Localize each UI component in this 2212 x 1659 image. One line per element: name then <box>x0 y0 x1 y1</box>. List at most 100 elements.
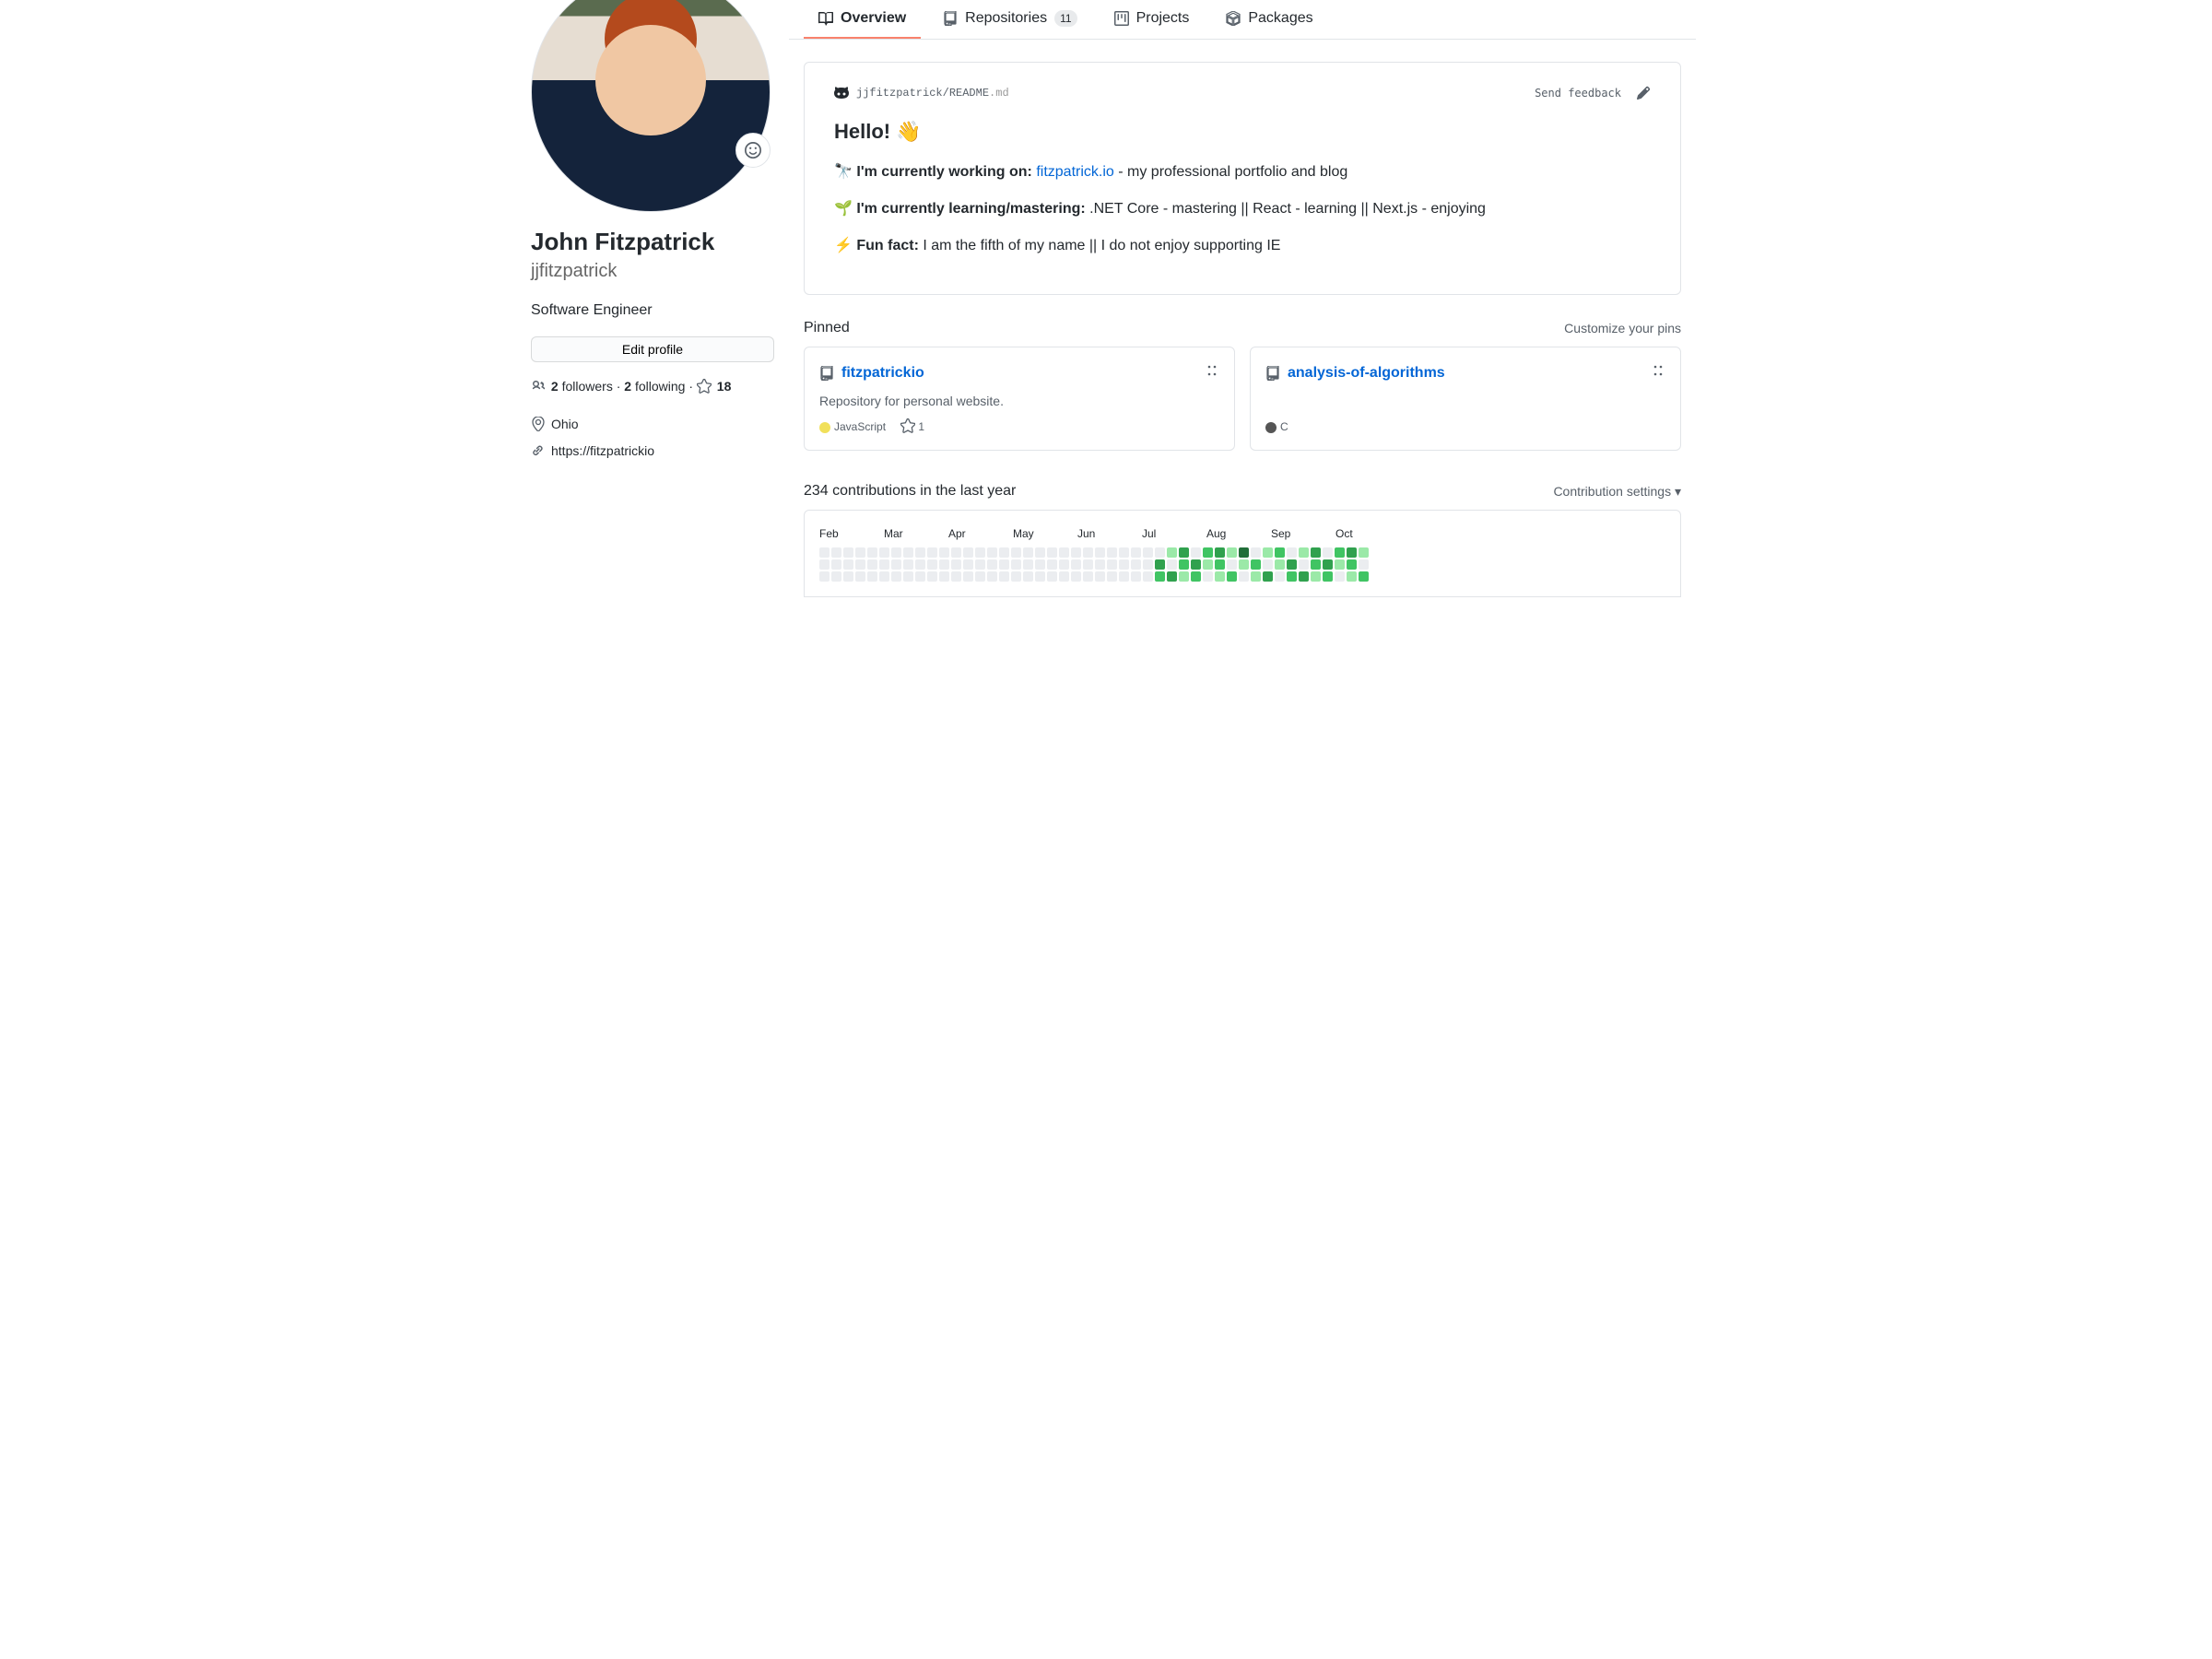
contribution-cell[interactable] <box>1011 571 1021 582</box>
send-feedback-link[interactable]: Send feedback <box>1535 85 1621 101</box>
pin-stars[interactable]: 1 <box>900 418 924 435</box>
contribution-cell[interactable] <box>1167 571 1177 582</box>
drag-handle-icon[interactable] <box>1651 363 1665 383</box>
contribution-cell[interactable] <box>1287 547 1297 558</box>
contribution-cell[interactable] <box>1059 547 1069 558</box>
contribution-cell[interactable] <box>1191 559 1201 570</box>
customize-pins-link[interactable]: Customize your pins <box>1564 319 1681 338</box>
contribution-cell[interactable] <box>1287 559 1297 570</box>
contribution-cell[interactable] <box>915 547 925 558</box>
contribution-cell[interactable] <box>819 547 830 558</box>
contribution-cell[interactable] <box>843 559 853 570</box>
contribution-cell[interactable] <box>1275 559 1285 570</box>
contribution-cell[interactable] <box>1251 571 1261 582</box>
contribution-cell[interactable] <box>1119 571 1129 582</box>
contribution-cell[interactable] <box>1155 547 1165 558</box>
contribution-cell[interactable] <box>1263 571 1273 582</box>
pinned-repo-link[interactable]: analysis-of-algorithms <box>1288 362 1445 384</box>
contribution-cell[interactable] <box>999 571 1009 582</box>
contribution-cell[interactable] <box>1335 547 1345 558</box>
contribution-cell[interactable] <box>1143 547 1153 558</box>
stars-link[interactable]: 18 <box>717 379 732 394</box>
website-link[interactable]: https://fitzpatrickio <box>551 441 654 461</box>
contribution-cell[interactable] <box>939 559 949 570</box>
avatar-container[interactable] <box>531 0 771 212</box>
contribution-cell[interactable] <box>1227 547 1237 558</box>
contribution-cell[interactable] <box>951 547 961 558</box>
contribution-cell[interactable] <box>1239 559 1249 570</box>
contribution-cell[interactable] <box>1323 571 1333 582</box>
contribution-cell[interactable] <box>975 547 985 558</box>
tab-repositories[interactable]: Repositories 11 <box>928 0 1091 39</box>
contribution-cell[interactable] <box>1047 547 1057 558</box>
contribution-cell[interactable] <box>915 571 925 582</box>
contribution-cell[interactable] <box>1143 559 1153 570</box>
contribution-cell[interactable] <box>1287 571 1297 582</box>
contribution-cell[interactable] <box>1335 559 1345 570</box>
contribution-cell[interactable] <box>951 571 961 582</box>
contribution-cell[interactable] <box>831 571 841 582</box>
contribution-cell[interactable] <box>1107 559 1117 570</box>
contribution-cell[interactable] <box>879 571 889 582</box>
contribution-cell[interactable] <box>1011 559 1021 570</box>
contribution-cell[interactable] <box>1359 571 1369 582</box>
contribution-cell[interactable] <box>1347 571 1357 582</box>
contribution-cell[interactable] <box>927 559 937 570</box>
contribution-cell[interactable] <box>1311 559 1321 570</box>
drag-handle-icon[interactable] <box>1205 363 1219 383</box>
contribution-cell[interactable] <box>891 571 901 582</box>
contribution-cell[interactable] <box>1107 571 1117 582</box>
contribution-cell[interactable] <box>1119 559 1129 570</box>
contribution-cell[interactable] <box>855 547 865 558</box>
contribution-cell[interactable] <box>1155 571 1165 582</box>
contribution-cell[interactable] <box>1155 559 1165 570</box>
contribution-cell[interactable] <box>855 559 865 570</box>
contribution-cell[interactable] <box>1131 571 1141 582</box>
contribution-cell[interactable] <box>1311 547 1321 558</box>
contribution-cell[interactable] <box>1179 559 1189 570</box>
contribution-cell[interactable] <box>1023 571 1033 582</box>
contribution-cell[interactable] <box>819 571 830 582</box>
set-status-button[interactable] <box>735 133 771 168</box>
contribution-cell[interactable] <box>1275 571 1285 582</box>
contribution-cell[interactable] <box>1215 571 1225 582</box>
contribution-cell[interactable] <box>891 559 901 570</box>
contribution-cell[interactable] <box>975 571 985 582</box>
contribution-cell[interactable] <box>999 547 1009 558</box>
contribution-cell[interactable] <box>1107 547 1117 558</box>
contribution-cell[interactable] <box>1359 547 1369 558</box>
contribution-cell[interactable] <box>1083 571 1093 582</box>
contribution-cell[interactable] <box>1299 571 1309 582</box>
contribution-cell[interactable] <box>963 559 973 570</box>
contribution-cell[interactable] <box>1083 547 1093 558</box>
contribution-cell[interactable] <box>1047 571 1057 582</box>
contribution-cell[interactable] <box>999 559 1009 570</box>
contribution-cell[interactable] <box>1059 559 1069 570</box>
contribution-cell[interactable] <box>927 547 937 558</box>
contribution-cell[interactable] <box>879 559 889 570</box>
contribution-cell[interactable] <box>879 547 889 558</box>
contribution-cell[interactable] <box>1131 547 1141 558</box>
contribution-cell[interactable] <box>1083 559 1093 570</box>
contribution-cell[interactable] <box>1035 547 1045 558</box>
contribution-cell[interactable] <box>1263 547 1273 558</box>
contribution-cell[interactable] <box>1227 559 1237 570</box>
contribution-cell[interactable] <box>1191 547 1201 558</box>
contribution-cell[interactable] <box>1071 547 1081 558</box>
contribution-cell[interactable] <box>1131 559 1141 570</box>
contribution-cell[interactable] <box>975 559 985 570</box>
contribution-cell[interactable] <box>1167 559 1177 570</box>
contribution-cell[interactable] <box>1239 547 1249 558</box>
contribution-cell[interactable] <box>819 559 830 570</box>
contribution-cell[interactable] <box>1023 559 1033 570</box>
contribution-cell[interactable] <box>1035 571 1045 582</box>
contribution-cell[interactable] <box>1047 559 1057 570</box>
contribution-cell[interactable] <box>891 547 901 558</box>
contribution-cell[interactable] <box>1335 571 1345 582</box>
contribution-cell[interactable] <box>1227 571 1237 582</box>
contribution-cell[interactable] <box>831 559 841 570</box>
contribution-cell[interactable] <box>1203 559 1213 570</box>
pencil-icon[interactable] <box>1636 86 1651 100</box>
contribution-cell[interactable] <box>1095 559 1105 570</box>
contribution-cell[interactable] <box>987 547 997 558</box>
